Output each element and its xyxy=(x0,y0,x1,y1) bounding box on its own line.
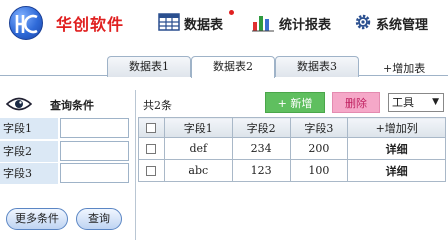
column-header[interactable]: 字段1 xyxy=(163,117,233,138)
nav-label: 系统管理 xyxy=(376,17,429,33)
filter-label: 字段2 xyxy=(0,141,58,162)
tools-select[interactable]: 工具 ▼ xyxy=(388,93,444,112)
detail-link[interactable]: 详细 xyxy=(347,159,446,182)
table-cell: 200 xyxy=(289,137,349,160)
tab-table-1[interactable]: 数据表1 xyxy=(107,56,191,77)
filter-label: 字段1 xyxy=(0,118,58,139)
app-header: 华创软件 数据表 统计报表 系统管理 xyxy=(0,0,448,48)
table-cell: 123 xyxy=(231,159,291,182)
table-row: def 234 200 详细 xyxy=(138,137,446,160)
eye-icon[interactable] xyxy=(5,96,33,115)
field2-input[interactable] xyxy=(60,141,129,161)
filter-row-field3: 字段3 xyxy=(0,163,136,184)
tab-bar: 数据表1 数据表2 数据表3 +增加表 xyxy=(0,50,448,78)
more-conditions-button[interactable]: 更多条件 xyxy=(6,208,68,230)
table-row: abc 123 100 详细 xyxy=(138,159,446,182)
filter-title: 查询条件 xyxy=(50,99,94,112)
row-checkbox[interactable] xyxy=(146,166,157,176)
notification-badge xyxy=(229,10,234,15)
filter-panel: 查询条件 字段1 字段2 字段3 更多条件 查询 xyxy=(0,90,136,240)
add-table-button[interactable]: +增加表 xyxy=(383,60,425,76)
logo-icon xyxy=(9,6,43,40)
column-header[interactable]: 字段2 xyxy=(231,117,291,138)
dropdown-arrow-icon: ▼ xyxy=(432,97,439,107)
delete-button[interactable]: 删除 xyxy=(332,92,380,113)
row-select-cell xyxy=(138,159,165,182)
nav-data-tables[interactable]: 数据表 xyxy=(158,10,234,34)
table-cell: abc xyxy=(163,159,233,182)
table-header-row: 字段1 字段2 字段3 +增加列 xyxy=(138,117,446,138)
tab-table-3[interactable]: 数据表3 xyxy=(275,56,359,77)
bar-chart-icon xyxy=(251,12,275,35)
column-header[interactable]: 字段3 xyxy=(289,117,349,138)
brand-name: 华创软件 xyxy=(56,15,125,34)
field1-input[interactable] xyxy=(60,118,129,138)
add-column-button[interactable]: +增加列 xyxy=(347,117,446,138)
select-all-cell xyxy=(138,117,165,138)
filter-row-field2: 字段2 xyxy=(0,141,136,162)
add-record-button[interactable]: + 新增 xyxy=(265,92,325,113)
table-cell: 100 xyxy=(289,159,349,182)
nav-system-settings[interactable]: 系统管理 xyxy=(354,12,428,34)
query-button[interactable]: 查询 xyxy=(76,208,122,230)
table-cell: 234 xyxy=(231,137,291,160)
table-icon xyxy=(158,12,180,34)
filter-label: 字段3 xyxy=(0,163,58,184)
nav-label: 统计报表 xyxy=(279,17,332,33)
filter-row-field1: 字段1 xyxy=(0,118,136,139)
gear-icon xyxy=(354,13,372,34)
tab-table-2[interactable]: 数据表2 xyxy=(191,56,275,78)
table-cell: def xyxy=(163,137,233,160)
tools-select-value: 工具 xyxy=(392,96,414,109)
nav-reports[interactable]: 统计报表 xyxy=(251,12,331,34)
select-all-checkbox[interactable] xyxy=(146,123,157,133)
record-count: 共2条 xyxy=(143,99,172,112)
row-checkbox[interactable] xyxy=(146,144,157,154)
nav-label: 数据表 xyxy=(184,17,224,33)
detail-link[interactable]: 详细 xyxy=(347,137,446,160)
data-table: 字段1 字段2 字段3 +增加列 def 234 200 详细 abc 123 … xyxy=(138,117,446,182)
field3-input[interactable] xyxy=(60,163,129,183)
row-select-cell xyxy=(138,137,165,160)
